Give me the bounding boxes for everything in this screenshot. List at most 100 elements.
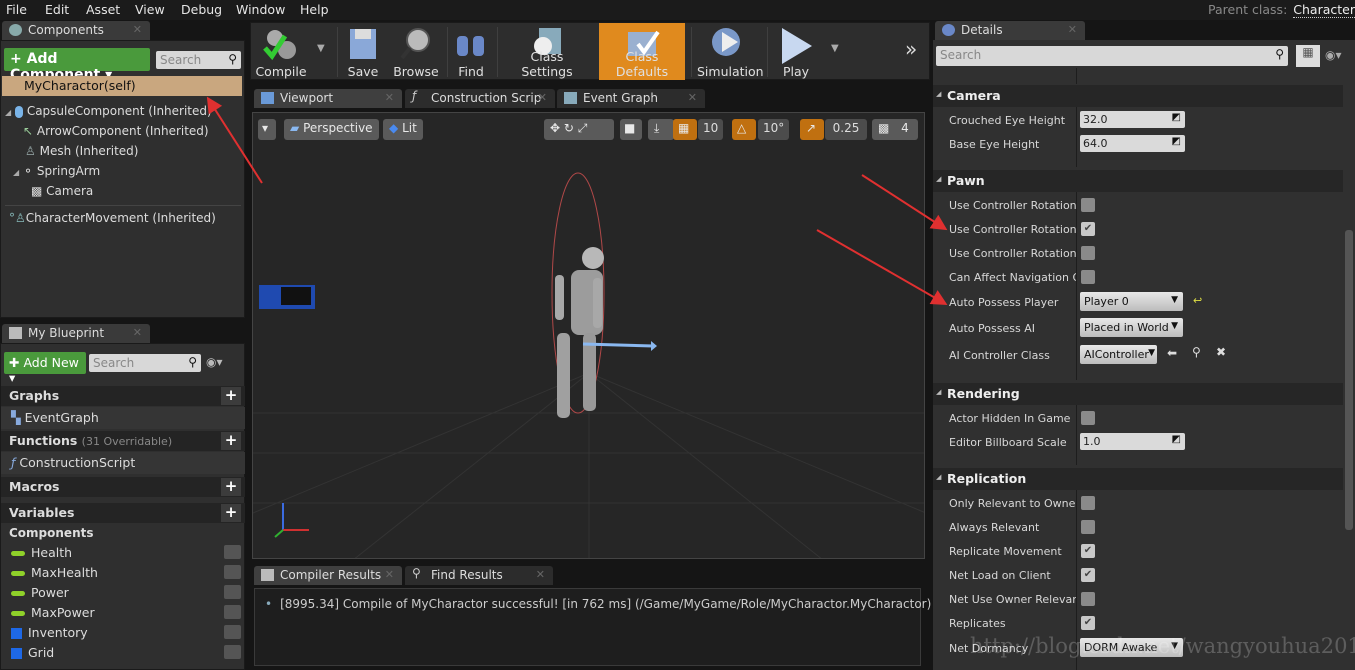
class-settings-button[interactable]: Class Settings (505, 23, 589, 80)
variable-item[interactable]: Health (11, 545, 241, 560)
menu-edit[interactable]: Edit (45, 2, 69, 17)
tab-viewport[interactable]: Viewport ✕ (254, 89, 402, 108)
variable-item[interactable]: Power (11, 585, 241, 600)
close-icon[interactable]: ✕ (1068, 23, 1077, 36)
viewport-options-dropdown[interactable]: ▾ (258, 119, 276, 140)
compile-button[interactable]: Compile (253, 23, 309, 80)
tree-item-charmovement[interactable]: °♙CharacterMovement (Inherited) (9, 211, 216, 225)
add-macro-button[interactable]: + (221, 478, 241, 496)
tree-item-camera[interactable]: ▩ Camera (31, 184, 93, 198)
base-eye-height-input[interactable]: 64.0 (1080, 135, 1185, 152)
simulation-button[interactable]: Simulation (697, 23, 764, 80)
tab-event-graph[interactable]: Event Graph ✕ (557, 89, 705, 108)
menu-file[interactable]: File (6, 2, 27, 17)
menu-view[interactable]: View (135, 2, 165, 17)
reset-to-default-icon[interactable]: ↩ (1193, 294, 1202, 307)
transform-tools[interactable]: ✥ ↻ ⤢ (544, 119, 614, 140)
variable-item[interactable]: MaxPower (11, 605, 241, 620)
surface-snap-icon[interactable]: ⤓ (648, 119, 674, 140)
clear-icon[interactable]: ✖ (1216, 345, 1226, 359)
add-component-button[interactable]: + Add Component ▾ (4, 48, 150, 83)
section-rendering[interactable]: Rendering (933, 383, 1343, 405)
auto-possess-player-dropdown[interactable]: Player 0 ▼ (1080, 292, 1183, 311)
add-variable-button[interactable]: + (221, 504, 241, 522)
variable-visibility-icon[interactable] (224, 645, 241, 659)
parent-class-link[interactable]: Character (1293, 2, 1355, 18)
tab-details[interactable]: Details ✕ (935, 21, 1085, 40)
tab-find-results[interactable]: ⚲ Find Results ✕ (405, 566, 553, 585)
scale-snap-value[interactable]: 0.25 (825, 119, 867, 140)
tree-item-arrow[interactable]: ↖ ArrowComponent (Inherited) (23, 124, 209, 138)
variable-item[interactable]: MaxHealth (11, 565, 241, 580)
billboard-scale-input[interactable]: 1.0 (1080, 433, 1185, 450)
components-search-input[interactable]: Search ⚲ (156, 51, 241, 69)
property-checkbox[interactable] (1081, 520, 1095, 534)
variable-item[interactable]: Grid (11, 645, 241, 660)
grid-snap-toggle[interactable]: ▦ (673, 119, 697, 140)
grid-snap-value[interactable]: 10 (698, 119, 724, 140)
use-selected-arrow-icon[interactable]: ⬅ (1167, 346, 1177, 360)
save-button[interactable]: Save (343, 23, 383, 80)
property-matrix-button[interactable]: ▦ (1296, 45, 1320, 67)
variable-item[interactable]: Inventory (11, 625, 241, 640)
scrollbar[interactable] (1345, 230, 1353, 530)
variable-visibility-icon[interactable] (224, 605, 241, 619)
item-construction-script[interactable]: ƒ ConstructionScript (1, 452, 245, 474)
net-dormancy-dropdown[interactable]: DORM Awake ▼ (1080, 638, 1183, 657)
close-icon[interactable]: ✕ (688, 91, 697, 104)
menu-asset[interactable]: Asset (86, 2, 120, 17)
blueprint-search-input[interactable]: Search ⚲ (89, 354, 201, 372)
compile-options-dropdown[interactable]: ▼ (317, 43, 325, 54)
play-button[interactable]: Play (771, 23, 821, 80)
section-functions[interactable]: Functions (31 Overridable) + (1, 431, 245, 451)
section-pawn[interactable]: Pawn (933, 170, 1343, 192)
tab-construction-script[interactable]: ƒ Construction Scrip ✕ (405, 89, 555, 108)
toolbar-overflow-icon[interactable]: » (905, 37, 917, 61)
lit-button[interactable]: ◆ Lit (383, 119, 423, 140)
crouched-eye-height-input[interactable]: 32.0 (1080, 111, 1185, 128)
rotation-snap-toggle[interactable]: △ (732, 119, 756, 140)
category-components[interactable]: Components (9, 526, 94, 540)
perspective-button[interactable]: ▰ Perspective (284, 119, 379, 140)
menu-debug[interactable]: Debug (181, 2, 222, 17)
section-camera[interactable]: Camera (933, 85, 1343, 107)
tree-item-mesh[interactable]: ♙ Mesh (Inherited) (25, 144, 138, 158)
section-replication[interactable]: Replication (933, 468, 1343, 490)
section-graphs[interactable]: Graphs + (1, 386, 245, 406)
tab-compiler-results[interactable]: Compiler Results ✕ (254, 566, 402, 585)
details-search-input[interactable]: Search ⚲ (936, 46, 1288, 66)
close-icon[interactable]: ✕ (133, 326, 142, 339)
auto-possess-ai-dropdown[interactable]: Placed in World ▼ (1080, 318, 1183, 337)
property-checkbox[interactable] (1081, 270, 1095, 284)
add-new-button[interactable]: ✚ Add New ▾ (4, 352, 86, 385)
menu-help[interactable]: Help (300, 2, 329, 17)
viewport[interactable]: ▾ ▰ Perspective ◆ Lit ✥ ↻ ⤢ ■ ⤓ ▦ 10 △ 1… (252, 112, 925, 559)
tree-item-self[interactable]: MyCharactor(self) (2, 76, 242, 96)
rotation-snap-value[interactable]: 10° (758, 119, 790, 140)
visibility-eye-icon[interactable]: ◉▾ (1325, 48, 1342, 62)
variable-visibility-icon[interactable] (224, 625, 241, 639)
tree-item-capsule[interactable]: ◢ CapsuleComponent (Inherited) (5, 104, 212, 118)
property-checkbox[interactable] (1081, 198, 1095, 212)
close-icon[interactable]: ✕ (385, 91, 394, 104)
browse-search-icon[interactable]: ⚲ (1192, 345, 1201, 359)
tree-item-springarm[interactable]: ◢ ⚬ SpringArm (13, 164, 100, 178)
ai-controller-class-dropdown[interactable]: AIController ▼ (1080, 345, 1157, 364)
close-icon[interactable]: ✕ (538, 91, 547, 104)
property-checkbox[interactable] (1081, 496, 1095, 510)
scale-snap-toggle[interactable]: ↗ (800, 119, 824, 140)
variable-visibility-icon[interactable] (224, 565, 241, 579)
section-variables[interactable]: Variables + (1, 503, 245, 523)
play-options-dropdown[interactable]: ▼ (831, 43, 839, 54)
variable-visibility-icon[interactable] (224, 585, 241, 599)
property-checkbox[interactable]: ✔ (1081, 616, 1095, 630)
close-icon[interactable]: ✕ (385, 568, 394, 581)
browse-button[interactable]: Browse (391, 23, 441, 80)
class-defaults-button[interactable]: Class Defaults (599, 23, 685, 80)
actor-hidden-checkbox[interactable] (1081, 411, 1095, 425)
property-checkbox[interactable]: ✔ (1081, 222, 1095, 236)
visibility-eye-icon[interactable]: ◉▾ (206, 355, 223, 369)
section-macros[interactable]: Macros + (1, 477, 245, 497)
tab-components[interactable]: Components ✕ (2, 21, 150, 40)
add-graph-button[interactable]: + (221, 387, 241, 405)
